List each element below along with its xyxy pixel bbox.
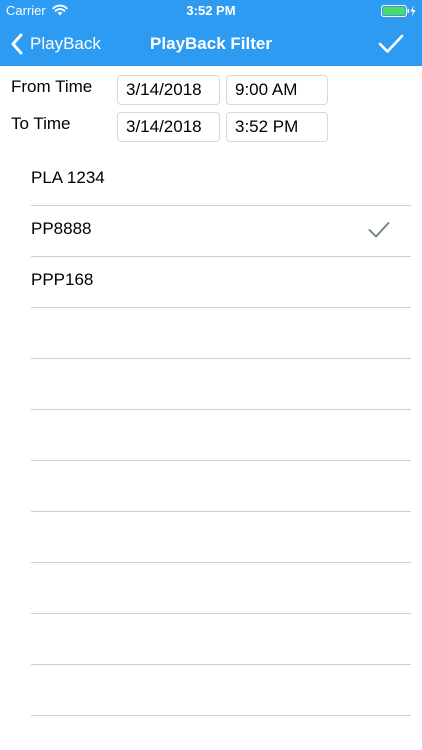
list-item[interactable]: PPP168 [0,257,422,308]
to-time-field[interactable] [226,112,328,142]
from-time-field[interactable] [226,75,328,105]
list-item[interactable] [0,512,422,563]
from-time-label: From Time [11,77,93,96]
list-item[interactable] [0,563,422,614]
list-item[interactable]: PP8888 [0,206,422,257]
list-item-label: PPP168 [31,270,94,289]
confirm-button[interactable] [374,29,408,59]
to-date-field[interactable] [117,112,220,142]
selected-check-icon [368,222,390,238]
back-button[interactable]: PlayBack [10,22,101,66]
list-item[interactable]: PLA 1234 [0,155,422,206]
list-item[interactable] [0,614,422,665]
to-time-label: To Time [11,114,71,133]
header: Carrier 3:52 PM PlayBack PlayBack Filter [0,0,422,66]
from-date-field[interactable] [117,75,220,105]
list-item[interactable] [0,308,422,359]
list-item-label: PP8888 [31,219,92,238]
list-item[interactable] [0,461,422,512]
vehicle-list: PLA 1234 PP8888 PPP168 [0,155,422,716]
status-bar: Carrier 3:52 PM [0,0,422,22]
list-item[interactable] [0,665,422,716]
chevron-left-icon [11,33,23,55]
status-time: 3:52 PM [186,3,236,18]
list-item-label: PLA 1234 [31,168,105,187]
checkmark-icon [378,34,404,53]
list-item[interactable] [0,359,422,410]
battery-charging-icon [381,5,416,17]
back-button-label: PlayBack [30,34,101,53]
row-separator [31,715,411,716]
navigation-bar: PlayBack PlayBack Filter [0,22,422,66]
list-item[interactable] [0,410,422,461]
